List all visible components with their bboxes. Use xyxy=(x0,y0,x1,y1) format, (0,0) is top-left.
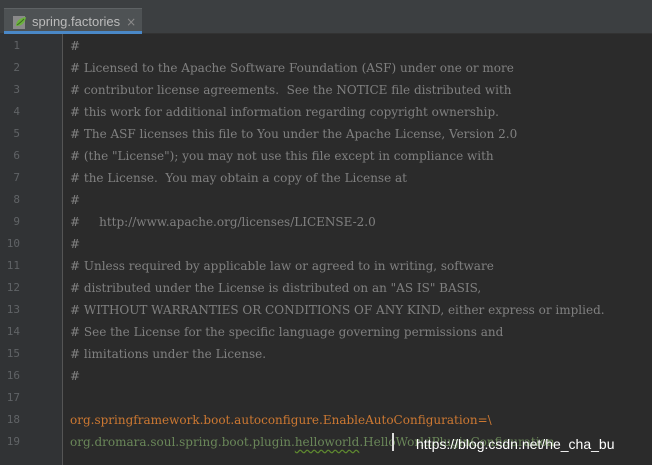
code-text: # xyxy=(70,193,81,207)
code-text: # Unless required by applicable law or a… xyxy=(70,259,494,273)
line-number: 17 xyxy=(6,391,20,404)
code-line[interactable]: 1 # xyxy=(0,35,652,57)
code-text: # See the License for the specific langu… xyxy=(70,325,504,339)
code-line[interactable]: 14 # See the License for the specific lan… xyxy=(0,321,652,343)
line-number: 12 xyxy=(6,281,20,294)
line-number: 4 xyxy=(13,105,20,118)
tab-label: spring.factories xyxy=(32,14,121,29)
line-number: 16 xyxy=(6,369,20,382)
code-text: # limitations under the License. xyxy=(70,347,267,361)
code-line[interactable]: 16 # xyxy=(0,365,652,387)
line-number: 1 xyxy=(13,39,20,52)
code-text: # contributor license agreements. See th… xyxy=(70,83,512,97)
code-line[interactable]: 4 # this work for additional information … xyxy=(0,101,652,123)
code-editor[interactable]: 1 #2 # Licensed to the Apache Software Fou… xyxy=(0,34,652,465)
code-line[interactable]: 3 # contributor license agreements. See t… xyxy=(0,79,652,101)
code-text: # the License. You may obtain a copy of … xyxy=(70,171,407,185)
line-number: 14 xyxy=(6,325,20,338)
line-number: 2 xyxy=(13,61,20,74)
code-line[interactable]: 17 xyxy=(0,387,652,409)
line-number: 3 xyxy=(13,83,20,96)
property-value-prefix: org.dromara.soul.spring.boot.plugin. xyxy=(70,435,295,449)
code-line[interactable]: 11 # Unless required by applicable law or… xyxy=(0,255,652,277)
line-number: 9 xyxy=(13,215,20,228)
watermark: https://blog.csdn.net/he_cha_bu xyxy=(416,436,615,452)
code-line[interactable]: 12 # distributed under the License is dis… xyxy=(0,277,652,299)
line-number: 13 xyxy=(6,303,20,316)
line-number: 6 xyxy=(13,149,20,162)
code-line[interactable]: 2 # Licensed to the Apache Software Found… xyxy=(0,57,652,79)
code-line[interactable]: 9 # http://www.apache.org/licenses/LICENS… xyxy=(0,211,652,233)
line-number: 18 xyxy=(6,413,20,426)
code-line[interactable]: 5 # The ASF licenses this file to You und… xyxy=(0,123,652,145)
code-line[interactable]: 13 # WITHOUT WARRANTIES OR CONDITIONS OF … xyxy=(0,299,652,321)
line-number: 5 xyxy=(13,127,20,140)
code-text: # xyxy=(70,237,81,251)
code-text: org.springframework.boot.autoconfigure.E… xyxy=(70,413,492,427)
line-number: 15 xyxy=(6,347,20,360)
code-text: # Licensed to the Apache Software Founda… xyxy=(70,61,514,75)
code-line[interactable]: 18 org.springframework.boot.autoconfigure… xyxy=(0,409,652,431)
line-number: 11 xyxy=(6,259,20,272)
spelling-warning[interactable]: helloworld xyxy=(295,435,359,449)
text-cursor xyxy=(392,433,394,451)
code-text: # The ASF licenses this file to You unde… xyxy=(70,127,518,141)
line-number: 10 xyxy=(6,237,20,250)
line-number: 8 xyxy=(13,193,20,206)
tab-spring-factories[interactable]: spring.factories × xyxy=(4,8,142,34)
code-text: # (the "License"); you may not use this … xyxy=(70,149,494,163)
line-number: 7 xyxy=(13,171,20,184)
code-line[interactable]: 8 # xyxy=(0,189,652,211)
editor-tab-bar: spring.factories × xyxy=(0,0,652,34)
code-text: # xyxy=(70,39,81,53)
code-text: # distributed under the License is distr… xyxy=(70,281,482,295)
spring-leaf-icon xyxy=(12,14,28,30)
code-text: # WITHOUT WARRANTIES OR CONDITIONS OF AN… xyxy=(70,303,605,317)
code-line[interactable]: 15 # limitations under the License. xyxy=(0,343,652,365)
code-line[interactable]: 10 # xyxy=(0,233,652,255)
code-text: # xyxy=(70,369,81,383)
line-number: 19 xyxy=(6,435,20,448)
code-text: # this work for additional information r… xyxy=(70,105,499,119)
code-line[interactable]: 6 # (the "License"); you may not use this… xyxy=(0,145,652,167)
code-line[interactable]: 7 # the License. You may obtain a copy of… xyxy=(0,167,652,189)
close-icon[interactable]: × xyxy=(126,15,136,29)
code-text: # http://www.apache.org/licenses/LICENSE… xyxy=(70,215,376,229)
